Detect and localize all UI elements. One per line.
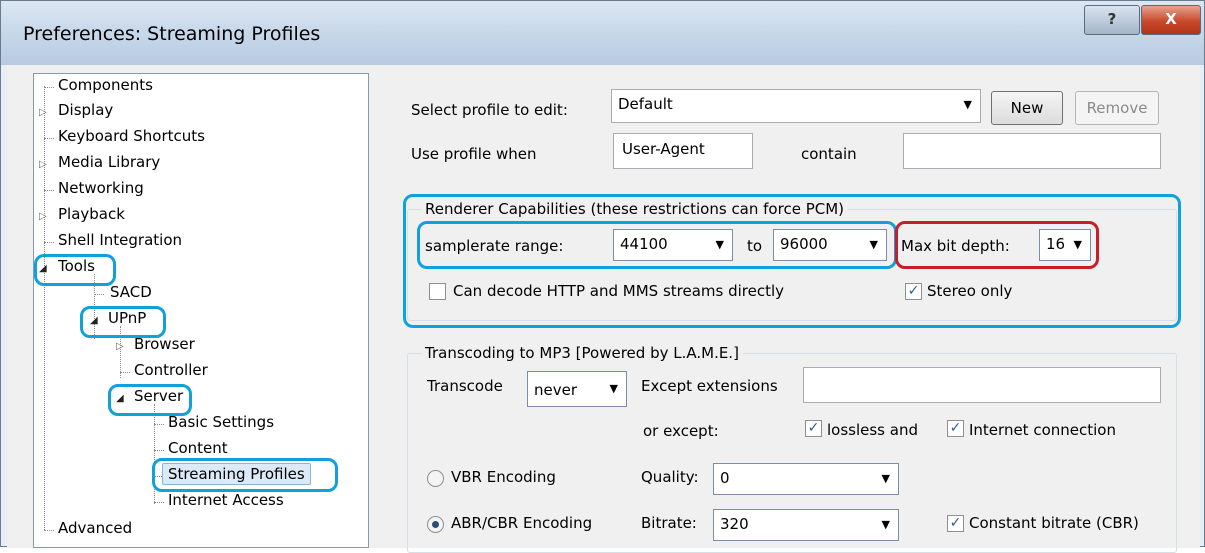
bitrate-select[interactable]: 320 ▼ — [713, 509, 899, 541]
highlight-ring-samplerate — [417, 221, 897, 269]
contain-value-field[interactable] — [903, 133, 1161, 169]
help-button[interactable]: ? — [1084, 5, 1140, 35]
highlight-ring-bit-depth — [895, 221, 1099, 269]
tree-item-sacd[interactable]: SACD — [108, 283, 154, 301]
expand-arrow-icon[interactable]: ▷ — [39, 211, 47, 222]
header-name-field[interactable]: User-Agent — [613, 133, 753, 169]
use-profile-when-label: Use profile when — [411, 145, 537, 163]
quality-value: 0 — [720, 469, 730, 487]
contain-label: contain — [801, 145, 857, 163]
highlight-ring-upnp — [80, 306, 166, 338]
internet-connection-checkbox[interactable]: ✓ — [947, 420, 964, 437]
expand-arrow-icon[interactable]: ▷ — [39, 107, 47, 118]
transcode-value: never — [534, 381, 578, 399]
highlight-ring-tools — [34, 254, 116, 286]
new-profile-button[interactable]: New — [991, 91, 1063, 125]
constant-bitrate-checkbox[interactable]: ✓ — [947, 515, 964, 532]
tree-item-media-library[interactable]: Media Library — [56, 153, 162, 171]
except-extensions-label: Except extensions — [641, 377, 778, 395]
lossless-label: lossless and — [827, 421, 918, 439]
tree-item-display[interactable]: Display — [56, 101, 115, 119]
profile-select[interactable]: Default ▼ — [611, 89, 981, 123]
tree-item-controller[interactable]: Controller — [132, 361, 210, 379]
tree-item-networking[interactable]: Networking — [56, 179, 146, 197]
bitrate-label: Bitrate: — [641, 514, 697, 532]
transcode-select[interactable]: never ▼ — [527, 371, 627, 407]
expand-arrow-icon[interactable]: ▷ — [39, 159, 47, 170]
abr-cbr-encoding-radio[interactable] — [427, 516, 444, 533]
vbr-encoding-radio[interactable] — [427, 470, 444, 487]
bitrate-value: 320 — [720, 515, 749, 533]
dialog-client-area: Components ▷ Display Keyboard Shortcuts … — [7, 65, 1200, 553]
expand-arrow-icon[interactable]: ▷ — [116, 341, 124, 352]
tree-item-internet-access[interactable]: Internet Access — [166, 491, 286, 509]
transcoding-title: Transcoding to MP3 [Powered by L.A.M.E.] — [421, 344, 743, 362]
title-bar[interactable]: Preferences: Streaming Profiles ? X — [1, 1, 1204, 65]
tree-item-components[interactable]: Components — [56, 76, 155, 94]
tree-item-shell-integration[interactable]: Shell Integration — [56, 231, 184, 249]
tree-item-playback[interactable]: Playback — [56, 205, 127, 223]
chevron-down-icon: ▼ — [881, 472, 890, 485]
or-except-label: or except: — [643, 422, 719, 440]
except-extensions-field[interactable] — [803, 367, 1161, 403]
chevron-down-icon: ▼ — [609, 382, 618, 395]
quality-select[interactable]: 0 ▼ — [713, 463, 899, 495]
chevron-down-icon: ▼ — [881, 518, 890, 531]
tree-item-content[interactable]: Content — [166, 439, 230, 457]
close-button[interactable]: X — [1141, 5, 1201, 35]
select-profile-label: Select profile to edit: — [411, 101, 568, 119]
preferences-tree[interactable]: Components ▷ Display Keyboard Shortcuts … — [33, 73, 369, 548]
profile-select-value: Default — [618, 95, 673, 113]
vbr-encoding-label: VBR Encoding — [451, 468, 556, 486]
tree-item-advanced[interactable]: Advanced — [56, 519, 134, 537]
lossless-checkbox[interactable]: ✓ — [805, 420, 822, 437]
window-title: Preferences: Streaming Profiles — [23, 23, 321, 45]
remove-profile-button[interactable]: Remove — [1075, 91, 1159, 125]
transcode-label: Transcode — [427, 377, 503, 395]
tree-item-keyboard-shortcuts[interactable]: Keyboard Shortcuts — [56, 127, 207, 145]
preferences-window: Preferences: Streaming Profiles ? X Comp… — [0, 0, 1205, 553]
constant-bitrate-label: Constant bitrate (CBR) — [969, 514, 1139, 532]
highlight-ring-streaming-profiles — [152, 458, 338, 492]
highlight-ring-server — [108, 384, 192, 416]
internet-connection-label: Internet connection — [969, 421, 1116, 439]
abr-cbr-encoding-label: ABR/CBR Encoding — [451, 514, 593, 532]
quality-label: Quality: — [641, 468, 699, 486]
chevron-down-icon: ▼ — [963, 98, 972, 111]
